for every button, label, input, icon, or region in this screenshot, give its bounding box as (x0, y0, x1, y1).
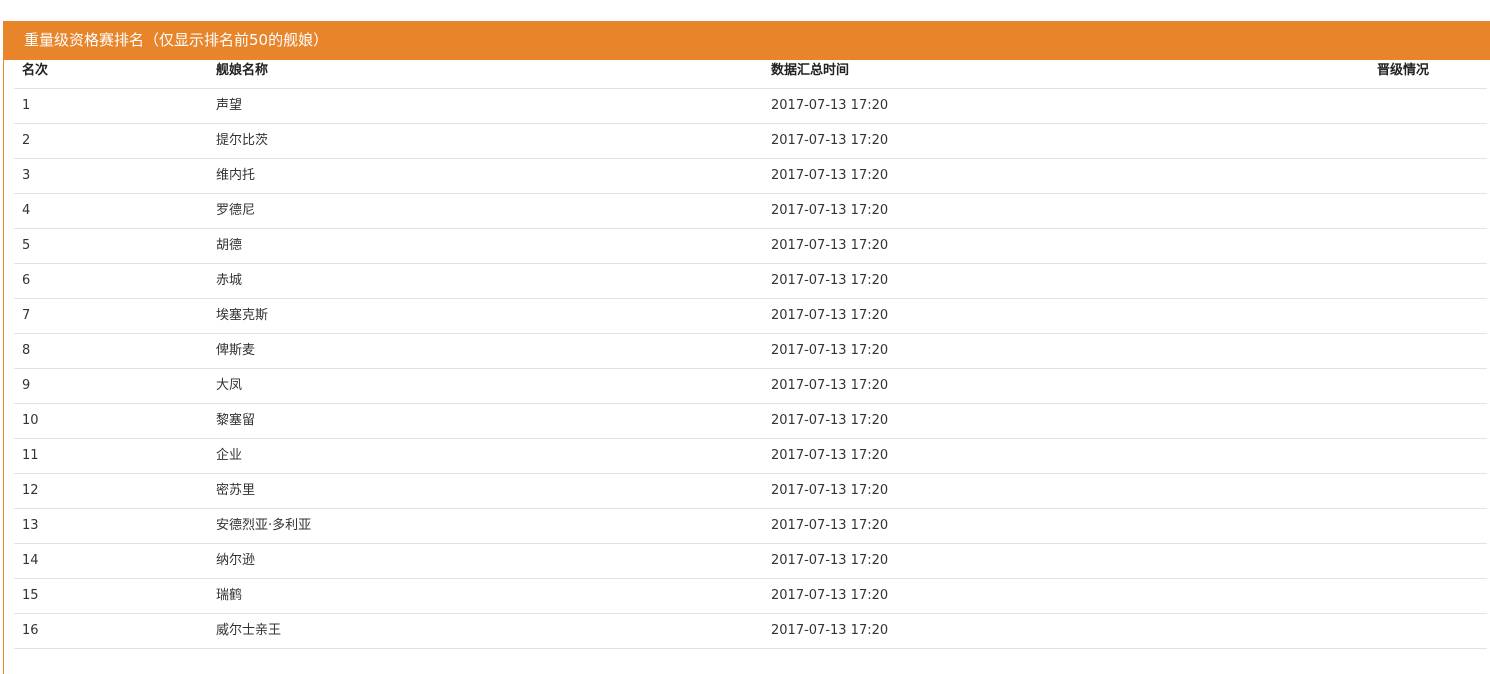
column-header-rank: 名次 (22, 63, 49, 78)
summary-time-cell: 2017-07-13 17:20 (771, 308, 889, 323)
table-row: 5 胡德 2017-07-13 17:20 (14, 229, 1487, 264)
table-row: 15 瑞鹤 2017-07-13 17:20 (14, 579, 1487, 614)
rank-cell: 13 (22, 518, 39, 533)
rank-cell: 16 (22, 623, 39, 638)
summary-time-cell: 2017-07-13 17:20 (771, 203, 889, 218)
rank-cell: 5 (22, 238, 31, 253)
table-row: 8 俾斯麦 2017-07-13 17:20 (14, 334, 1487, 369)
rank-cell: 11 (22, 448, 39, 463)
summary-time-cell: 2017-07-13 17:20 (771, 623, 889, 638)
summary-time-cell: 2017-07-13 17:20 (771, 448, 889, 463)
table-row: 3 维内托 2017-07-13 17:20 (14, 159, 1487, 194)
ship-name-cell: 提尔比茨 (216, 133, 269, 148)
column-header-status: 晋级情况 (1377, 63, 1430, 78)
summary-time-cell: 2017-07-13 17:20 (771, 588, 889, 603)
summary-time-cell: 2017-07-13 17:20 (771, 413, 889, 428)
ship-name-cell: 黎塞留 (216, 413, 256, 428)
rank-cell: 3 (22, 168, 31, 183)
summary-time-cell: 2017-07-13 17:20 (771, 238, 889, 253)
table-row: 14 纳尔逊 2017-07-13 17:20 (14, 544, 1487, 579)
table-row: 9 大凤 2017-07-13 17:20 (14, 369, 1487, 404)
ranking-table: 名次 舰娘名称 数据汇总时间 晋级情况 1 声望 2017-07-13 17:20 2… (14, 51, 1487, 649)
summary-time-cell: 2017-07-13 17:20 (771, 518, 889, 533)
summary-time-cell: 2017-07-13 17:20 (771, 168, 889, 183)
table-header: 名次 舰娘名称 数据汇总时间 晋级情况 (14, 51, 1487, 89)
table-row: 7 埃塞克斯 2017-07-13 17:20 (14, 299, 1487, 334)
table-row: 2 提尔比茨 2017-07-13 17:20 (14, 124, 1487, 159)
ship-name-cell: 胡德 (216, 238, 243, 253)
rank-cell: 8 (22, 343, 31, 358)
rank-cell: 12 (22, 483, 39, 498)
ship-name-cell: 维内托 (216, 168, 256, 183)
rank-cell: 14 (22, 553, 39, 568)
table-row: 12 密苏里 2017-07-13 17:20 (14, 474, 1487, 509)
column-header-time: 数据汇总时间 (771, 63, 850, 78)
table-row: 11 企业 2017-07-13 17:20 (14, 439, 1487, 474)
summary-time-cell: 2017-07-13 17:20 (771, 378, 889, 393)
ship-name-cell: 威尔士亲王 (216, 623, 282, 638)
summary-time-cell: 2017-07-13 17:20 (771, 133, 889, 148)
rank-cell: 2 (22, 133, 31, 148)
ship-name-cell: 罗德尼 (216, 203, 256, 218)
ship-name-cell: 俾斯麦 (216, 343, 256, 358)
ship-name-cell: 声望 (216, 98, 243, 113)
table-row: 10 黎塞留 2017-07-13 17:20 (14, 404, 1487, 439)
ship-name-cell: 安德烈亚·多利亚 (216, 518, 312, 533)
table-row: 13 安德烈亚·多利亚 2017-07-13 17:20 (14, 509, 1487, 544)
table-row: 4 罗德尼 2017-07-13 17:20 (14, 194, 1487, 229)
column-header-name: 舰娘名称 (216, 63, 269, 78)
table-row: 1 声望 2017-07-13 17:20 (14, 89, 1487, 124)
rank-cell: 4 (22, 203, 31, 218)
ship-name-cell: 纳尔逊 (216, 553, 256, 568)
ship-name-cell: 埃塞克斯 (216, 308, 269, 323)
ship-name-cell: 大凤 (216, 378, 243, 393)
ship-name-cell: 瑞鹤 (216, 588, 243, 603)
summary-time-cell: 2017-07-13 17:20 (771, 553, 889, 568)
rank-cell: 10 (22, 413, 39, 428)
rank-cell: 7 (22, 308, 31, 323)
table-body: 1 声望 2017-07-13 17:20 2 提尔比茨 2017-07-13 17:20… (14, 89, 1487, 649)
rank-cell: 1 (22, 98, 31, 113)
table-row: 6 赤城 2017-07-13 17:20 (14, 264, 1487, 299)
ship-name-cell: 企业 (216, 448, 243, 463)
ship-name-cell: 赤城 (216, 273, 243, 288)
summary-time-cell: 2017-07-13 17:20 (771, 98, 889, 113)
summary-time-cell: 2017-07-13 17:20 (771, 273, 889, 288)
table-row: 16 威尔士亲王 2017-07-13 17:20 (14, 614, 1487, 649)
rank-cell: 9 (22, 378, 31, 393)
summary-time-cell: 2017-07-13 17:20 (771, 343, 889, 358)
ship-name-cell: 密苏里 (216, 483, 256, 498)
summary-time-cell: 2017-07-13 17:20 (771, 483, 889, 498)
rank-cell: 6 (22, 273, 31, 288)
rank-cell: 15 (22, 588, 39, 603)
